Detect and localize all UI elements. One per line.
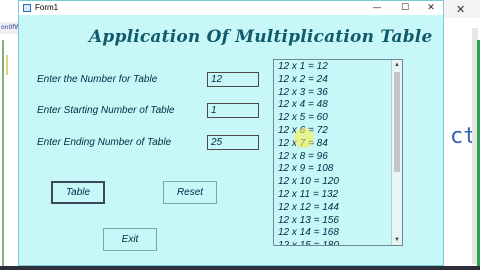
list-item[interactable]: 12 x 9 = 108 — [276, 163, 392, 176]
start-number-input[interactable]: 1 — [207, 103, 259, 118]
end-number-input[interactable]: 25 — [207, 135, 259, 150]
maximize-icon[interactable]: ☐ — [391, 1, 419, 15]
scrollbar-thumb[interactable] — [394, 72, 400, 172]
form-window: Form1 — ☐ ✕ Application Of Multiplicatio… — [18, 0, 444, 266]
list-item[interactable]: 12 x 12 = 144 — [276, 202, 392, 215]
listbox-scrollbar[interactable]: ▲ ▼ — [391, 60, 402, 245]
list-item[interactable]: 12 x 10 = 120 — [276, 176, 392, 189]
exit-button[interactable]: Exit — [103, 228, 157, 251]
window-title: Form1 — [35, 3, 59, 12]
close-icon[interactable]: ✕ — [456, 3, 465, 16]
taskbar — [0, 266, 480, 270]
results-listbox[interactable]: 12 x 1 = 12 12 x 2 = 24 12 x 3 = 36 12 x 4 … — [273, 59, 403, 246]
results-list: 12 x 1 = 12 12 x 2 = 24 12 x 3 = 36 12 x 4 … — [276, 61, 392, 245]
window-titlebar[interactable]: Form1 — ☐ ✕ — [19, 1, 443, 15]
background-change-bar — [6, 55, 8, 75]
scroll-down-icon[interactable]: ▼ — [392, 235, 402, 245]
close-icon[interactable]: ✕ — [417, 1, 445, 15]
scroll-up-icon[interactable]: ▲ — [392, 60, 402, 70]
background-change-bar — [2, 40, 4, 270]
app-heading: Application Of Multiplication Table — [89, 27, 433, 47]
table-button[interactable]: Table — [51, 181, 105, 204]
list-item[interactable]: 12 x 8 = 96 — [276, 151, 392, 164]
list-item[interactable]: 12 x 3 = 36 — [276, 87, 392, 100]
number-input[interactable]: 12 — [207, 72, 259, 87]
list-item[interactable]: 12 x 1 = 12 — [276, 61, 392, 74]
list-item[interactable]: 12 x 14 = 168 — [276, 227, 392, 240]
minimize-icon[interactable]: — — [363, 1, 391, 15]
list-item[interactable]: 12 x 5 = 60 — [276, 112, 392, 125]
start-number-label: Enter Starting Number of Table — [37, 105, 175, 116]
number-label: Enter the Number for Table — [37, 74, 158, 85]
list-item[interactable]: 12 x 4 = 48 — [276, 99, 392, 112]
end-number-label: Enter Ending Number of Table — [37, 137, 172, 148]
mouse-cursor-highlight — [294, 128, 314, 148]
list-item[interactable]: 12 x 11 = 132 — [276, 189, 392, 202]
background-ide-right-panel: ✕ ct — [444, 0, 480, 270]
list-item[interactable]: 12 x 2 = 24 — [276, 74, 392, 87]
list-item[interactable]: 12 x 15 = 180 — [276, 240, 392, 245]
form-icon — [23, 4, 31, 12]
reset-button[interactable]: Reset — [163, 181, 217, 204]
list-item[interactable]: 12 x 13 = 156 — [276, 215, 392, 228]
